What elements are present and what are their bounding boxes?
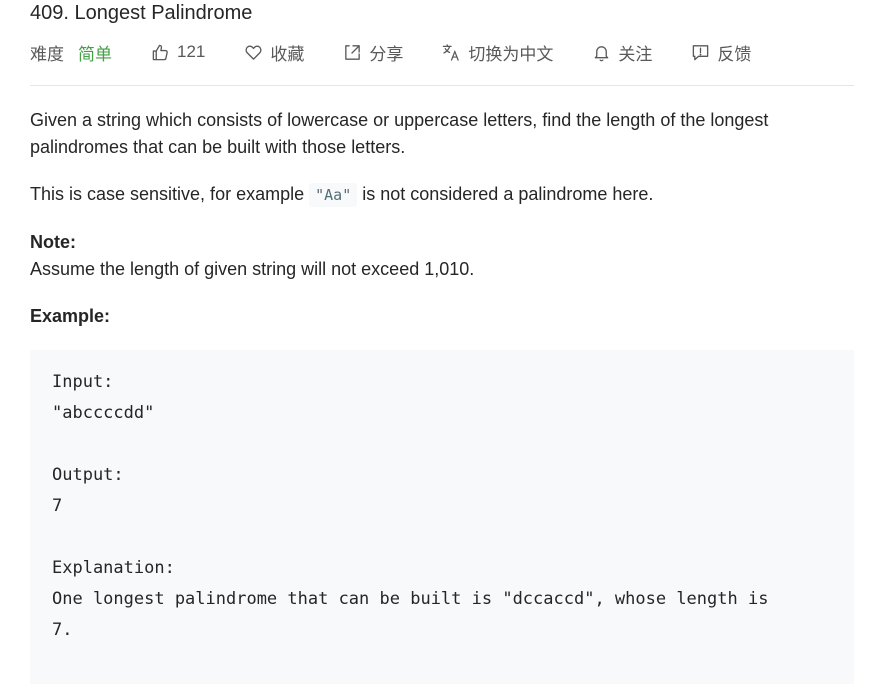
difficulty-value: 简单: [78, 44, 112, 64]
case-text-before: This is case sensitive, for example: [30, 184, 310, 204]
difficulty: 难度 简单: [30, 40, 112, 65]
follow-button[interactable]: 关注: [591, 40, 652, 65]
feedback-button[interactable]: 反馈: [690, 40, 751, 65]
bell-icon: [591, 42, 611, 62]
problem-meta-bar: 难度 简单 121 收藏 分享 切换为中文 关注 反馈: [30, 39, 854, 65]
switch-language-button[interactable]: 切换为中文: [441, 40, 553, 65]
note-title: Note:: [30, 232, 76, 252]
favorite-button[interactable]: 收藏: [243, 40, 304, 65]
divider: [30, 85, 854, 86]
problem-description: Given a string which consists of lowerca…: [30, 107, 854, 684]
case-sensitivity-paragraph: This is case sensitive, for example "Aa"…: [30, 181, 854, 209]
share-button[interactable]: 分享: [342, 40, 403, 65]
case-text-after: is not considered a palindrome here.: [357, 184, 654, 204]
translate-icon: [441, 42, 461, 62]
inline-code-example: "Aa": [309, 183, 358, 207]
switch-language-label: 切换为中文: [468, 44, 554, 64]
like-count: 121: [177, 42, 206, 61]
example-title: Example:: [30, 306, 111, 326]
feedback-icon: [690, 42, 710, 62]
share-label: 分享: [369, 44, 404, 64]
problem-title: 409. Longest Palindrome: [30, 2, 253, 24]
description-paragraph: Given a string which consists of lowerca…: [30, 110, 769, 157]
heart-icon: [243, 42, 263, 62]
thumbs-up-icon: [150, 42, 170, 62]
share-icon: [342, 42, 362, 62]
example-code-block: Input: "abccccdd" Output: 7 Explanation:…: [30, 350, 854, 684]
feedback-label: 反馈: [717, 44, 752, 64]
difficulty-label: 难度: [30, 44, 64, 64]
note-text: Assume the length of given string will n…: [30, 259, 475, 279]
problem-panel: 409. Longest Palindrome 难度 简单 121 收藏 分享 …: [30, 0, 854, 684]
like-button[interactable]: 121: [150, 42, 205, 62]
favorite-label: 收藏: [270, 44, 305, 64]
follow-label: 关注: [618, 44, 653, 64]
